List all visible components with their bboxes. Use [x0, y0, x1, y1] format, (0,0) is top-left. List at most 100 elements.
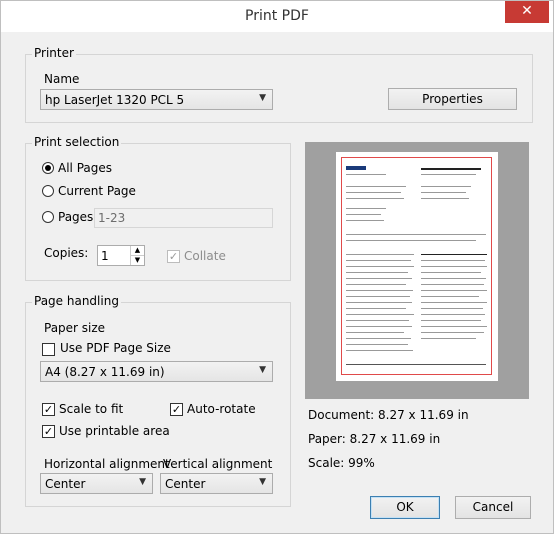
text-line [346, 214, 381, 215]
text-line [421, 284, 484, 285]
scale-text: Scale: 99% [308, 456, 375, 470]
text-line [421, 192, 466, 193]
text-line [421, 326, 487, 327]
preview-page [336, 152, 498, 381]
text-line [421, 254, 487, 255]
printer-name-label: Name [44, 72, 80, 86]
printer-select-value: hp LaserJet 1320 PCL 5 [45, 93, 185, 107]
text-line [421, 260, 485, 261]
auto-rotate-label[interactable]: Auto-rotate [187, 402, 256, 416]
text-line [346, 174, 386, 175]
paper-size-text: Paper: 8.27 x 11.69 in [308, 432, 441, 446]
properties-button[interactable]: Properties [388, 88, 517, 110]
text-line [346, 208, 386, 209]
scale-to-fit-checkbox[interactable]: ✓ [42, 403, 55, 416]
copies-label: Copies: [44, 246, 89, 260]
use-pdf-page-size-checkbox[interactable] [42, 343, 55, 356]
logo-mark [346, 166, 366, 170]
text-line [421, 290, 487, 291]
text-line [346, 290, 413, 291]
horizontal-alignment-select[interactable]: Center ▼ [40, 473, 153, 494]
text-line [346, 272, 408, 273]
printer-group: Printer Name hp LaserJet 1320 PCL 5 ▼ Pr… [25, 46, 533, 123]
all-pages-radio[interactable] [42, 162, 54, 174]
auto-rotate-checkbox[interactable]: ✓ [170, 403, 183, 416]
text-line [421, 186, 471, 187]
text-line [346, 192, 401, 193]
properties-button-label: Properties [422, 92, 483, 106]
printer-select[interactable]: hp LaserJet 1320 PCL 5 ▼ [40, 89, 273, 110]
use-printable-area-label[interactable]: Use printable area [59, 424, 170, 438]
copies-stepper[interactable]: 1 ▲ ▼ [97, 245, 145, 266]
text-line [421, 266, 487, 267]
ok-button[interactable]: OK [370, 496, 440, 519]
paper-size-select[interactable]: A4 (8.27 x 11.69 in) ▼ [40, 361, 273, 382]
window-title: Print PDF [245, 8, 309, 24]
close-icon: ✕ [521, 3, 533, 19]
chevron-down-icon: ▼ [139, 477, 146, 487]
page-handling-legend: Page handling [32, 294, 121, 308]
text-line [346, 254, 414, 255]
cancel-button[interactable]: Cancel [455, 496, 531, 519]
chevron-down-icon: ▼ [259, 365, 266, 375]
pages-radio[interactable] [42, 211, 54, 223]
paper-size-value: A4 (8.27 x 11.69 in) [45, 365, 165, 379]
spin-down-icon[interactable]: ▼ [130, 256, 144, 265]
horizontal-alignment-value: Center [45, 477, 86, 491]
text-line [421, 308, 483, 309]
text-line [421, 168, 481, 170]
page-handling-group: Page handling Paper size Use PDF Page Si… [25, 294, 291, 507]
text-line [346, 240, 476, 241]
text-line [421, 174, 476, 175]
text-line [346, 314, 414, 315]
text-line [346, 198, 404, 199]
text-line [421, 338, 476, 339]
copies-value: 1 [101, 249, 109, 263]
chevron-down-icon: ▼ [259, 477, 266, 487]
all-pages-label[interactable]: All Pages [58, 161, 112, 175]
collate-label: Collate [184, 249, 226, 263]
text-line [421, 198, 469, 199]
vertical-alignment-select[interactable]: Center ▼ [160, 473, 273, 494]
text-line [346, 220, 384, 221]
text-line [346, 284, 406, 285]
text-line [346, 344, 408, 345]
text-line [421, 314, 485, 315]
current-page-label[interactable]: Current Page [58, 184, 136, 198]
text-line [346, 308, 406, 309]
current-page-radio[interactable] [42, 185, 54, 197]
text-line [346, 338, 411, 339]
vertical-alignment-label: Vertical alignment [163, 457, 273, 471]
text-line [421, 332, 484, 333]
text-line [346, 296, 410, 297]
document-size-text: Document: 8.27 x 11.69 in [308, 408, 469, 422]
text-line [346, 186, 406, 187]
use-pdf-page-size-label[interactable]: Use PDF Page Size [60, 341, 171, 355]
paper-size-label: Paper size [44, 321, 106, 335]
pages-label[interactable]: Pages [58, 210, 93, 224]
pages-range-value: 1-23 [98, 211, 126, 225]
text-line [421, 302, 487, 303]
collate-checkbox[interactable]: ✓ [167, 250, 180, 263]
cancel-button-label: Cancel [472, 500, 514, 514]
horizontal-alignment-label: Horizontal alignment [44, 457, 170, 471]
spin-up-icon[interactable]: ▲ [130, 246, 144, 256]
text-line [421, 272, 481, 273]
use-printable-area-checkbox[interactable]: ✓ [42, 425, 55, 438]
printer-legend: Printer [32, 46, 76, 60]
text-line [346, 302, 412, 303]
text-line [346, 234, 486, 235]
text-line [346, 332, 404, 333]
vertical-alignment-value: Center [165, 477, 206, 491]
text-line [346, 266, 414, 267]
close-button[interactable]: ✕ [505, 1, 549, 23]
text-line [346, 278, 412, 279]
text-line [346, 320, 409, 321]
print-selection-group: Print selection All Pages Current Page P… [25, 135, 291, 281]
text-line [346, 364, 486, 365]
text-line [346, 350, 413, 351]
ok-button-label: OK [396, 500, 414, 514]
pages-range-input[interactable]: 1-23 [94, 208, 273, 228]
print-preview [305, 142, 529, 399]
scale-to-fit-label[interactable]: Scale to fit [59, 402, 123, 416]
